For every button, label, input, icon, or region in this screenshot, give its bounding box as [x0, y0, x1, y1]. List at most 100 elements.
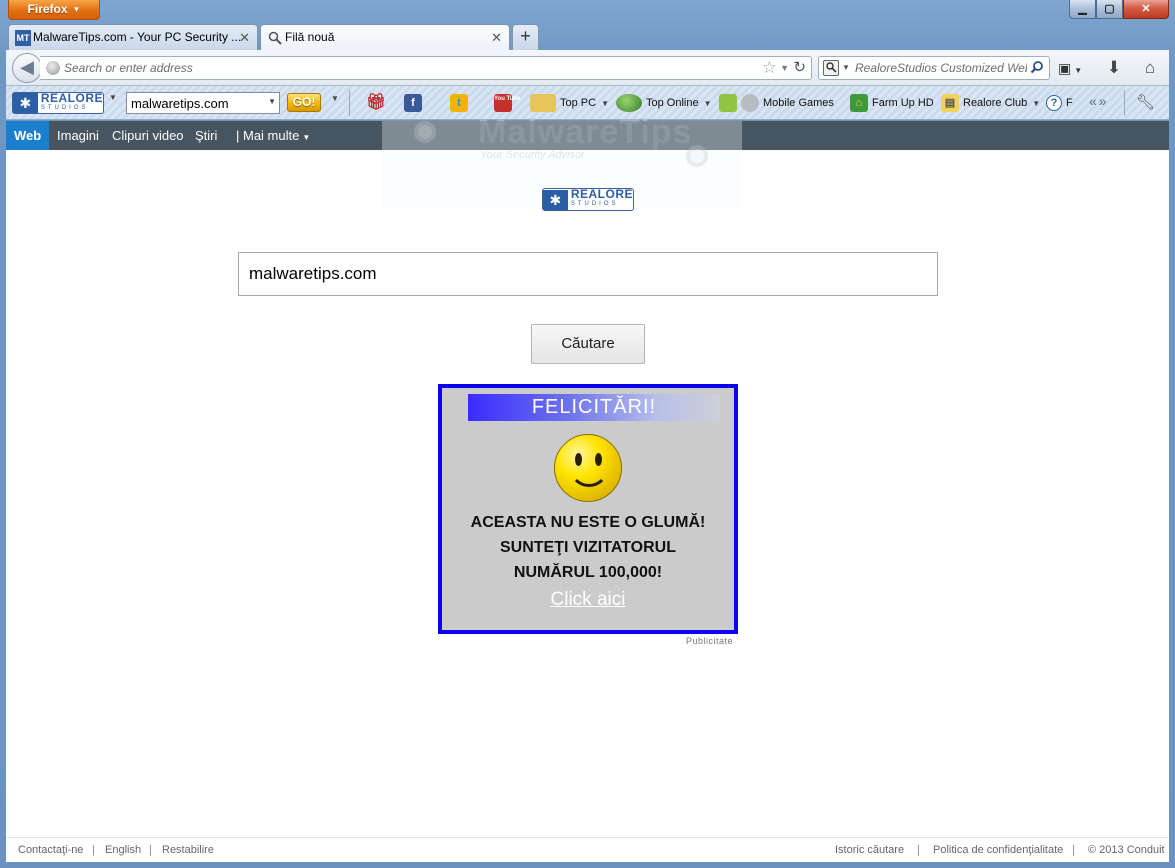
tab-new-tab[interactable]: Filă nouă ✕ [260, 24, 510, 50]
chevron-down-icon[interactable]: ▼ [780, 57, 789, 79]
toolbar-search-input[interactable] [131, 95, 265, 111]
logo-text: REALORE [40, 90, 103, 105]
toolbar-item-farm-up-hd[interactable]: ⌂ Farm Up HD [850, 92, 934, 114]
bookmarks-icon: ▣ [1058, 60, 1072, 76]
search-engine-icon[interactable] [823, 60, 839, 76]
bookmarks-menu-button[interactable]: ▣ ▼ [1058, 58, 1088, 78]
footer-contact-link[interactable]: Contactaţi-ne [18, 844, 83, 856]
realore-logo: ✱ REALORE STUDIOS [542, 188, 634, 211]
toolbar-item-label: F [1066, 97, 1073, 109]
toolbar-item-label: Farm Up HD [872, 97, 934, 109]
search-icon [267, 30, 283, 46]
chevron-down-icon[interactable]: ▼ [842, 57, 850, 79]
footer-separator: | [149, 844, 152, 856]
navigation-bar: ◀ ☆ ▼ ↻ ▼ ▣▼ ⬇ ⌂ [6, 50, 1169, 86]
club-icon: ▤ [941, 94, 959, 112]
nav-more[interactable]: | Mai multe ▼ [236, 121, 310, 150]
close-tab-icon[interactable]: ✕ [239, 25, 250, 50]
go-button[interactable]: GO! [287, 93, 321, 112]
folder-icon [530, 94, 556, 112]
malwaretips-favicon-icon: MT [15, 30, 31, 46]
android-icon [719, 94, 737, 112]
title-bar: Firefox ▼ ▁ ▢ ✕ [0, 0, 1175, 22]
toolbar-item-mobile-games[interactable]: Mobile Games [719, 92, 834, 114]
gift-icon: 🎁︎ [366, 94, 387, 111]
watermark-title: MalwareTips [478, 113, 693, 151]
footer-history-link[interactable]: Istoric căutare [835, 844, 904, 856]
smiley-icon [554, 434, 622, 502]
close-tab-icon[interactable]: ✕ [491, 25, 502, 50]
ad-banner[interactable]: FELICITĂRI! ACEASTA NU ESTE O GLUMĂ! SUN… [438, 384, 738, 634]
chevron-down-icon[interactable]: ▼ [268, 97, 276, 106]
new-tab-button[interactable]: + [512, 24, 539, 50]
toolbar-item-top-pc[interactable]: Top PC ▼ [530, 92, 609, 114]
tab-strip: MT MalwareTips.com - Your PC Security ..… [8, 24, 539, 50]
logo-subtext: STUDIOS [40, 104, 89, 111]
twitter-button[interactable]: t [450, 92, 472, 114]
address-bar[interactable]: ☆ ▼ ↻ [40, 56, 812, 80]
footer-privacy-link[interactable]: Politica de confidenţialitate [933, 844, 1063, 856]
toolbar-separator [349, 90, 350, 116]
realore-star-icon: ✱ [543, 189, 568, 210]
wrench-icon[interactable]: 🔧︎ [1136, 93, 1155, 111]
nav-more-label: | Mai multe [236, 128, 300, 143]
chevron-down-icon: ▼ [601, 98, 609, 108]
facebook-button[interactable]: f [404, 92, 426, 114]
back-button[interactable]: ◀ [12, 53, 42, 83]
minimize-button[interactable]: ▁ [1069, 0, 1096, 19]
downloads-button[interactable]: ⬇ [1104, 58, 1124, 78]
window-controls: ▁ ▢ ✕ [1069, 0, 1169, 20]
address-input[interactable] [64, 59, 744, 77]
back-arrow-icon: ◀ [20, 57, 34, 77]
search-input[interactable] [855, 59, 1027, 77]
chevron-down-icon[interactable]: ▼ [331, 94, 339, 103]
page-content: Web Imagini Clipuri video Ştiri | Mai mu… [6, 113, 1169, 862]
chevron-down-icon[interactable]: ▼ [109, 93, 117, 102]
nav-web[interactable]: Web [6, 121, 50, 150]
search-button[interactable]: Căutare [531, 324, 645, 364]
realore-toolbar-logo[interactable]: ✱ REALORE STUDIOS [12, 92, 104, 114]
toolbar-item-top-online[interactable]: Top Online ▼ [616, 92, 712, 114]
toolbar-item-realore-club[interactable]: ▤ Realore Club ▼ [941, 92, 1040, 114]
ad-line-3: NUMĂRUL 100,000! [513, 564, 663, 581]
maximize-button[interactable]: ▢ [1096, 0, 1123, 19]
ad-line-1: ACEASTA NU ESTE O GLUMĂ! [470, 514, 706, 531]
globe-icon [46, 61, 60, 75]
chevron-down-icon: ▼ [1032, 98, 1041, 108]
search-bar[interactable]: ▼ [818, 56, 1050, 80]
close-window-button[interactable]: ✕ [1123, 0, 1169, 19]
magnifier-icon[interactable] [1030, 57, 1044, 79]
footer-separator: | [92, 844, 95, 856]
firefox-menu-button[interactable]: Firefox ▼ [8, 0, 100, 20]
tab-title: MalwareTips.com - Your PC Security ... [33, 30, 242, 44]
help-icon: ? [1046, 95, 1062, 111]
toolbar-search-box[interactable]: ▼ [126, 92, 280, 114]
realore-star-icon: ✱ [13, 93, 38, 113]
tab-malwaretips[interactable]: MT MalwareTips.com - Your PC Security ..… [8, 24, 258, 50]
youtube-button[interactable]: You Tube [494, 92, 520, 114]
main-search-input[interactable] [238, 252, 938, 296]
footer-copyright: © 2013 Conduit [1088, 844, 1165, 856]
download-arrow-icon: ⬇ [1106, 58, 1122, 77]
chevron-down-icon: ▼ [72, 5, 81, 14]
reload-icon[interactable]: ↻ [793, 57, 806, 79]
nav-videos[interactable]: Clipuri video [112, 121, 184, 150]
ad-header: FELICITĂRI! [468, 394, 720, 421]
home-button[interactable]: ⌂ [1140, 58, 1160, 78]
ad-click-link[interactable]: Click aici [442, 589, 734, 611]
ad-line-2: SUNTEŢI VIZITATORUL [500, 539, 676, 556]
toolbar-scroll-chevrons-icon[interactable]: «» [1089, 93, 1109, 109]
toolbar-item-help[interactable]: ? F [1046, 92, 1073, 114]
nav-news[interactable]: Ştiri [195, 121, 217, 150]
bookmark-star-icon[interactable]: ☆ [762, 57, 777, 79]
toolbar-item-label: Realore Club [963, 97, 1028, 109]
nav-images[interactable]: Imagini [57, 121, 99, 150]
facebook-icon: f [404, 94, 422, 112]
gift-button[interactable]: 🎁︎ [366, 92, 388, 114]
footer-restore-link[interactable]: Restabilire [162, 844, 214, 856]
chevron-down-icon: ▼ [302, 133, 311, 142]
footer-english-link[interactable]: English [105, 844, 141, 856]
ad-label: Publicitate [686, 636, 734, 646]
firefox-menu-label: Firefox [27, 2, 68, 16]
footer: Contactaţi-ne | English | Restabilire Is… [6, 837, 1169, 862]
